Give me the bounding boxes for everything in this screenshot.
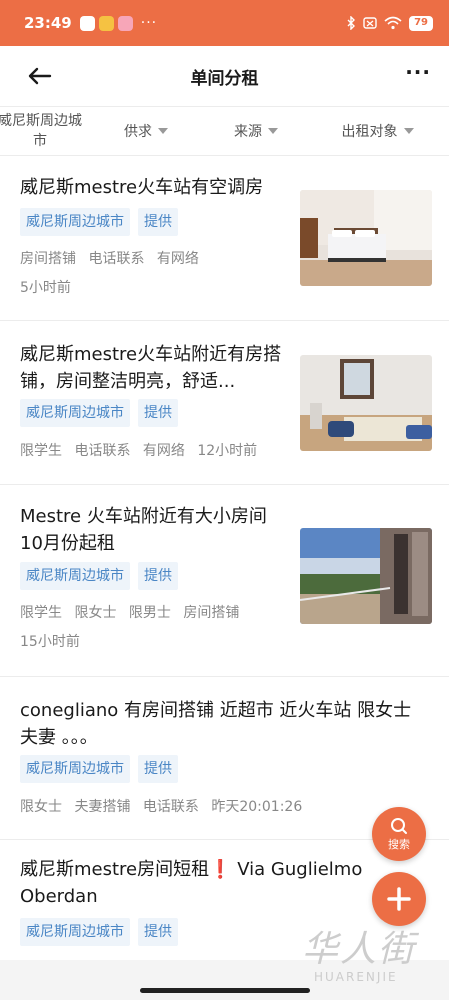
listing-title: 威尼斯mestre火车站附近有房搭铺，房间整洁明亮，舒适... (20, 344, 282, 392)
tag-region: 威尼斯周边城市 (20, 208, 130, 236)
tag-type: 提供 (138, 208, 178, 236)
caret-down-icon (268, 128, 278, 134)
watermark-en: HUARENJIE (314, 970, 398, 984)
search-icon (391, 817, 407, 834)
meta-item: 12小时前 (197, 443, 258, 459)
sim-card-icon (363, 17, 377, 29)
listing-title: 威尼斯mestre火车站有空调房 (20, 177, 264, 198)
meta-item: 房间搭铺 (183, 605, 240, 621)
listing-tags: 威尼斯周边城市 提供 (20, 562, 178, 590)
tag-region: 威尼斯周边城市 (20, 918, 130, 946)
plus-icon (387, 887, 411, 911)
listing-thumbnail (300, 190, 432, 286)
filter-region[interactable]: 威尼斯周边城市 (0, 107, 86, 155)
status-time: 23:49 (24, 14, 72, 32)
listing-meta: 限学生 限女士 限男士 房间搭铺 (20, 603, 247, 623)
qq-icon (79, 15, 95, 31)
tag-region: 威尼斯周边城市 (20, 562, 130, 590)
listing-title: Mestre 火车站附近有大小房间10月份起租 (20, 506, 267, 554)
add-listing-button[interactable] (372, 872, 426, 926)
shield-app-icon (98, 15, 114, 31)
filter-source-label: 来源 (234, 124, 262, 140)
meta-item: 限男士 (128, 605, 171, 621)
watermark-logo: 华人街 HUARENJIE (302, 930, 442, 990)
meta-item: 电话联系 (74, 443, 131, 459)
meta-item: 限学生 (20, 443, 62, 459)
filter-region-label: 威尼斯周边城市 (0, 113, 82, 149)
filter-tenant-type-label: 出租对象 (341, 124, 398, 140)
meta-item: 有网络 (142, 443, 185, 459)
listing-meta: 限女士 夫妻搭铺 电话联系 昨天20:01:26 (20, 797, 310, 817)
listing-item[interactable]: 威尼斯mestre火车站附近有房搭铺，房间整洁明亮，舒适... 威尼斯周边城市 … (0, 321, 449, 485)
tag-type: 提供 (138, 755, 178, 783)
tag-type: 提供 (138, 399, 178, 427)
meta-item: 限女士 (20, 799, 62, 815)
tag-region: 威尼斯周边城市 (20, 755, 130, 783)
page-title: 单间分租 (190, 68, 259, 89)
wifi-icon (384, 16, 402, 30)
more-notifications-icon: ··· (140, 15, 158, 31)
filter-supply-demand-label: 供求 (124, 124, 152, 140)
meta-item: 限女士 (74, 605, 117, 621)
home-indicator[interactable] (140, 988, 310, 993)
filter-bar: 威尼斯周边城市 供求 来源 出租对象 (0, 106, 449, 156)
taobao-app-icon (117, 15, 133, 31)
nav-bar: 单间分租 ··· (0, 46, 449, 106)
meta-item: 电话联系 (88, 251, 145, 267)
watermark-cn: 华人街 (302, 929, 417, 970)
listing-meta: 限学生 电话联系 有网络 12小时前 (20, 441, 265, 461)
status-indicators: 79 (347, 15, 433, 31)
arrow-left-icon (28, 67, 52, 85)
listing-time: 15小时前 (20, 634, 80, 650)
filter-source[interactable]: 来源 (206, 107, 306, 155)
meta-item: 房间搭铺 (20, 251, 76, 267)
meta-item: 限学生 (20, 605, 62, 621)
listing-tags: 威尼斯周边城市 提供 (20, 208, 178, 236)
bluetooth-icon (347, 16, 356, 30)
listing-thumbnail (300, 528, 432, 624)
listing-title: 威尼斯mestre房间短租❗ Via Guglielmo Oberdan (20, 859, 363, 907)
caret-down-icon (403, 128, 414, 134)
tag-type: 提供 (138, 562, 178, 590)
filter-supply-demand[interactable]: 供求 (86, 107, 206, 155)
tag-region: 威尼斯周边城市 (20, 399, 130, 427)
listing-thumbnail (300, 355, 432, 451)
listing-tags: 威尼斯周边城市 提供 (20, 918, 178, 946)
search-fab-label: 搜索 (388, 837, 410, 851)
more-menu-button[interactable]: ··· (405, 60, 431, 84)
listing-time: 5小时前 (20, 280, 71, 296)
listing-tags: 威尼斯周边城市 提供 (20, 755, 178, 783)
listing-tags: 威尼斯周边城市 提供 (20, 399, 178, 427)
meta-item: 电话联系 (142, 799, 199, 815)
listing-item[interactable]: Mestre 火车站附近有大小房间10月份起租 威尼斯周边城市 提供 限学生 限… (0, 485, 449, 677)
meta-item: 有网络 (156, 251, 199, 267)
caret-down-icon (158, 128, 168, 134)
listing-title: conegliano 有房间搭铺 近超市 近火车站 限女士 夫妻 。。。 (20, 700, 412, 748)
meta-item: 昨天20:01:26 (211, 799, 303, 815)
listing-item[interactable]: 威尼斯mestre火车站有空调房 威尼斯周边城市 提供 房间搭铺 电话联系 有网… (0, 157, 449, 321)
status-bar: 23:49 ··· 79 (0, 0, 449, 46)
back-button[interactable] (28, 62, 58, 90)
meta-item: 夫妻搭铺 (74, 799, 131, 815)
tag-type: 提供 (138, 918, 178, 946)
search-fab-button[interactable]: 搜索 (372, 807, 426, 861)
listing-meta: 房间搭铺 电话联系 有网络 (20, 249, 207, 269)
battery-icon: 79 (409, 15, 433, 31)
filter-tenant-type[interactable]: 出租对象 (306, 107, 449, 155)
